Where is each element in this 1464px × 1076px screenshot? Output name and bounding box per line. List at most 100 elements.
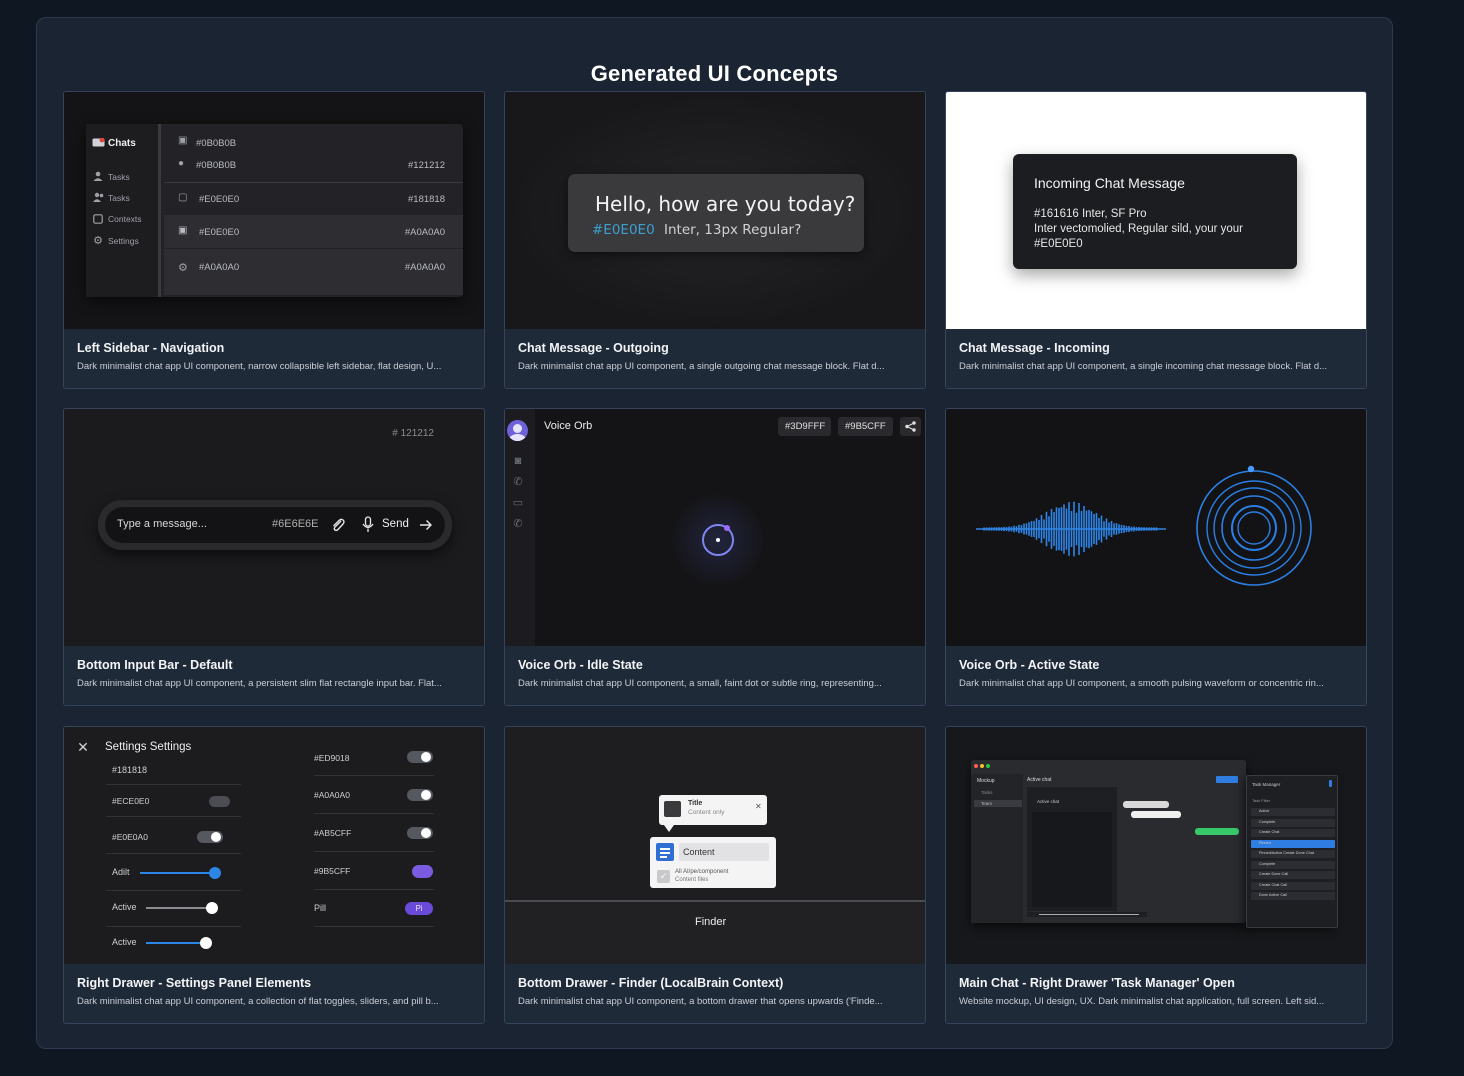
- toggle-off[interactable]: [209, 796, 230, 807]
- chat-bubble: [1195, 828, 1239, 835]
- slider-track[interactable]: [140, 872, 215, 874]
- phone-icon[interactable]: ✆: [511, 474, 525, 488]
- setting-label: Active: [112, 937, 137, 947]
- setting-label: #A0A0A0: [314, 790, 350, 800]
- concept-card-finder-drawer[interactable]: Title Content only ✕ Content ✓ All AI/pe…: [504, 726, 926, 1024]
- sidebar-item[interactable]: Tasks: [981, 790, 993, 795]
- list-row[interactable]: ▢ #E0E0E0 #181818: [164, 184, 463, 214]
- toggle-on[interactable]: [197, 831, 223, 843]
- slider-track[interactable]: [146, 942, 206, 944]
- slider-thumb[interactable]: [206, 902, 218, 914]
- camera-icon[interactable]: ◙: [511, 454, 525, 468]
- task-row[interactable]: Pinned/Active Create Done Chat: [1251, 850, 1335, 858]
- list-row[interactable]: ● #0B0B0B #121212: [164, 157, 463, 183]
- purple-toggle[interactable]: [412, 865, 433, 878]
- header-button[interactable]: [1216, 776, 1238, 783]
- message-line-2: Inter vectomolied, Regular sild, your yo…: [1034, 223, 1244, 235]
- setting-label: #ECE0E0: [112, 796, 150, 806]
- task-row[interactable]: Complete: [1251, 818, 1335, 827]
- concept-card-voice-orb-idle[interactable]: ◙ ✆ ▭ ✆ Voice Orb #3D9FFF #9B5CFF Voice …: [504, 408, 926, 706]
- slider-thumb[interactable]: [200, 937, 212, 949]
- task-row[interactable]: Create Done Call: [1251, 871, 1335, 879]
- color-chip[interactable]: #9B5CFF: [838, 417, 893, 436]
- send-button[interactable]: Send: [382, 518, 409, 530]
- arrow-right-icon[interactable]: [419, 517, 433, 533]
- list-row-selected[interactable]: ▣ #E0E0E0 #A0A0A0: [164, 215, 463, 248]
- bottom-drawer: Finder: [505, 902, 925, 964]
- list-row[interactable]: ⚙ #A0A0A0 #A0A0A0: [164, 249, 463, 295]
- toggle-on[interactable]: [407, 827, 433, 839]
- input-bar[interactable]: [1027, 912, 1147, 917]
- setting-label: Pill: [314, 903, 327, 913]
- task-row[interactable]: Create Chat Call: [1251, 881, 1335, 890]
- finder-label[interactable]: Finder: [695, 916, 726, 928]
- task-row[interactable]: Done Active Call: [1251, 892, 1335, 900]
- card-caption: Left Sidebar - Navigation Dark minimalis…: [64, 329, 484, 388]
- concept-card-main-chat[interactable]: Mockup Tasks Team Active chat Active cha…: [945, 726, 1367, 1024]
- task-row[interactable]: Active: [1251, 808, 1335, 816]
- sidebar-item[interactable]: Mockup: [977, 778, 995, 784]
- row-left-label: #A0A0A0: [199, 262, 240, 273]
- contact-icon: ▢: [178, 192, 188, 203]
- concept-card-input-bar[interactable]: # 121212 Type a message... #6E6E6E Send: [63, 408, 485, 706]
- nav-item-settings[interactable]: Settings: [108, 236, 139, 246]
- title-card[interactable]: Title Content only ✕: [659, 795, 767, 825]
- paperclip-icon[interactable]: [330, 517, 346, 533]
- chat-list-item[interactable]: Active chat: [1037, 799, 1059, 804]
- close-icon[interactable]: ✕: [77, 739, 89, 755]
- toggle-on[interactable]: [407, 751, 433, 763]
- chat-bubble: [1131, 811, 1181, 818]
- concept-card-settings-drawer[interactable]: ✕ Settings Settings #181818 #ECE0E0 #E0E…: [63, 726, 485, 1024]
- tooltip-tail: [664, 825, 674, 832]
- card-caption: Chat Message - Outgoing Dark minimalist …: [505, 329, 925, 388]
- task-label: Create Chat: [1259, 830, 1280, 834]
- chat-title: Active chat: [1027, 777, 1052, 783]
- microphone-icon[interactable]: [361, 516, 375, 533]
- nav-item-chats[interactable]: Chats: [108, 138, 136, 149]
- color-chip-label: #9B5CFF: [845, 421, 886, 432]
- content-field[interactable]: Content: [679, 843, 769, 861]
- row-left-label: #E0E0E0: [199, 227, 240, 238]
- concept-card-chat-outgoing[interactable]: Hello, how are you today? #E0E0E0 Inter,…: [504, 91, 926, 389]
- sidebar-mockup: Chats Tasks Tasks Contexts ⚙ Settings ▣ …: [86, 124, 463, 297]
- nav-item-tasks-2[interactable]: Tasks: [108, 193, 130, 203]
- message-icon[interactable]: ▭: [511, 495, 525, 509]
- card-thumbnail: # 121212 Type a message... #6E6E6E Send: [64, 409, 484, 646]
- card-description: Dark minimalist chat app UI component, n…: [77, 361, 442, 372]
- gear-icon: ⚙: [93, 234, 103, 247]
- setting-label: Adilt: [112, 867, 130, 877]
- setting-label: #E0E0A0: [112, 832, 148, 842]
- slider-track[interactable]: [146, 907, 212, 909]
- content-card[interactable]: Content ✓ All AI/pe/component Content fi…: [650, 837, 776, 888]
- card-description: Dark minimalist chat app UI component, a…: [959, 361, 1328, 372]
- sidebar-item[interactable]: Team: [981, 801, 992, 806]
- checkbox[interactable]: ✓: [657, 870, 670, 883]
- card-thumbnail: ✕ Settings Settings #181818 #ECE0E0 #E0E…: [64, 727, 484, 964]
- card-caption: Bottom Drawer - Finder (LocalBrain Conte…: [505, 964, 925, 1023]
- concept-card-voice-orb-active[interactable]: Voice Orb - Active State Dark minimalist…: [945, 408, 1367, 706]
- microphone-icon[interactable]: [1329, 780, 1332, 787]
- task-row[interactable]: Complete: [1251, 860, 1335, 869]
- image-icon: ▣: [178, 135, 188, 146]
- slider-thumb[interactable]: [209, 867, 221, 879]
- task-row[interactable]: Create Chat: [1251, 829, 1335, 837]
- chat-list: Active chat: [1027, 787, 1117, 911]
- pill-button[interactable]: Pi: [405, 902, 433, 915]
- concept-card-left-sidebar[interactable]: Chats Tasks Tasks Contexts ⚙ Settings ▣ …: [63, 91, 485, 389]
- toggle-on[interactable]: [407, 789, 433, 801]
- document-icon: [664, 801, 681, 817]
- concept-card-chat-incoming[interactable]: Incoming Chat Message #161616 Inter, SF …: [945, 91, 1367, 389]
- card-description: Dark minimalist chat app UI component, a…: [518, 361, 885, 372]
- avatar[interactable]: [507, 420, 528, 441]
- card-description: Dark minimalist chat app UI component, a…: [959, 678, 1324, 689]
- task-row[interactable]: Pinned: [1251, 839, 1335, 848]
- phone-icon[interactable]: ✆: [511, 516, 525, 530]
- nav-item-tasks[interactable]: Tasks: [108, 172, 130, 182]
- close-icon[interactable]: ✕: [755, 802, 762, 811]
- share-icon[interactable]: [900, 417, 921, 436]
- message-input[interactable]: Type a message... #6E6E6E Send: [105, 507, 445, 543]
- card-title: Voice Orb - Idle State: [518, 658, 643, 672]
- color-chip[interactable]: #3D9FFF: [778, 417, 831, 436]
- nav-item-contexts[interactable]: Contexts: [108, 214, 142, 224]
- task-label: Done Active Call: [1259, 893, 1287, 897]
